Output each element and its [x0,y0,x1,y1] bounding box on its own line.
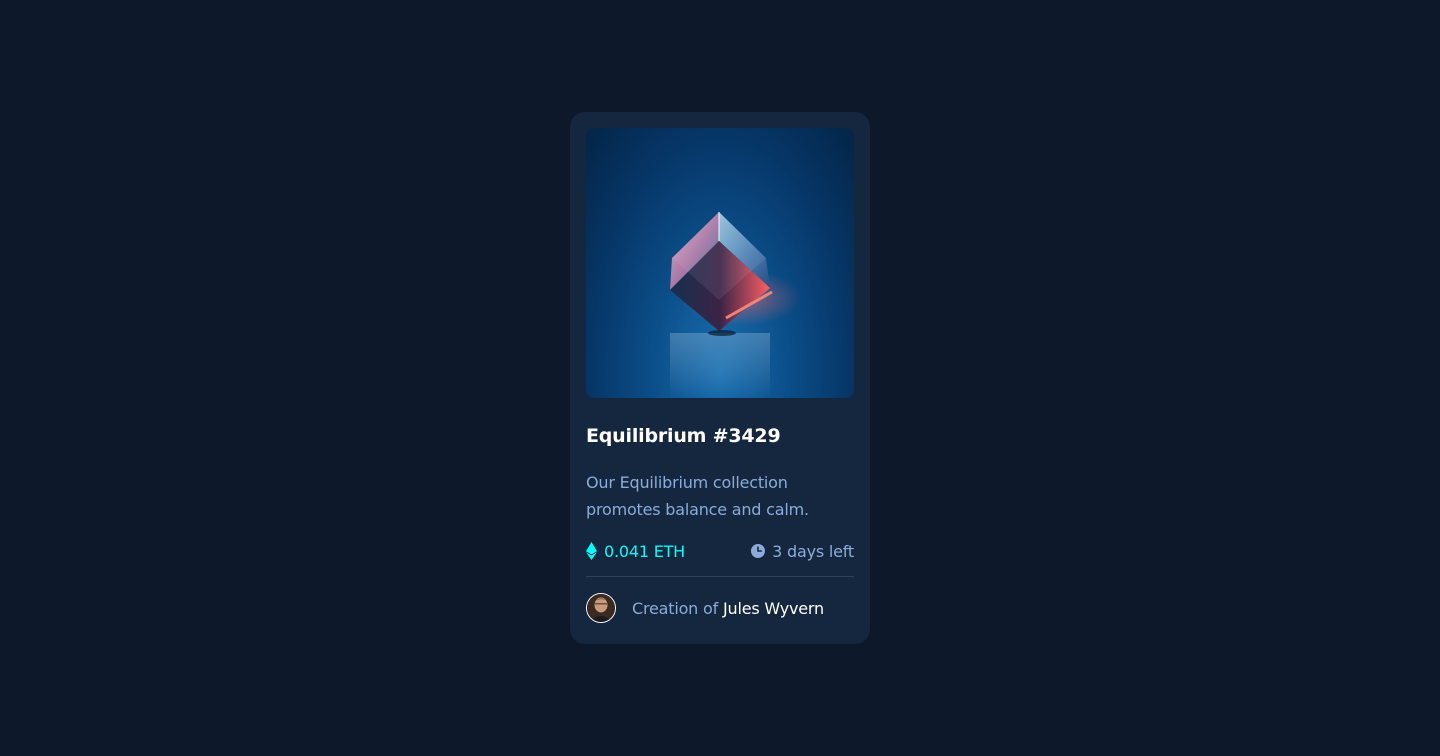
avatar [586,593,616,623]
nft-image[interactable] [586,128,854,398]
cube-illustration [670,212,801,398]
time-stat: 3 days left [751,542,854,561]
ethereum-icon [586,542,597,560]
creator-row: Creation of Jules Wyvern [586,593,854,623]
creator-name-link[interactable]: Jules Wyvern [723,599,824,618]
price-stat: 0.041 ETH [586,542,685,561]
clock-icon [751,544,766,558]
price-value: 0.041 ETH [604,541,686,561]
divider [586,576,854,577]
creator-prefix: Creation of [632,598,719,618]
description-line-2: promotes balance and calm. [586,500,809,519]
nft-title[interactable]: Equilibrium #3429 [586,424,854,448]
description-line-1: Our Equilibrium collection [586,473,788,492]
nft-card: Equilibrium #3429 Our Equilibrium collec… [570,112,870,644]
nft-description: Our Equilibrium collection promotes bala… [586,469,854,523]
time-left-value: 3 days left [772,541,854,561]
stats-row: 0.041 ETH 3 days left [586,539,854,563]
